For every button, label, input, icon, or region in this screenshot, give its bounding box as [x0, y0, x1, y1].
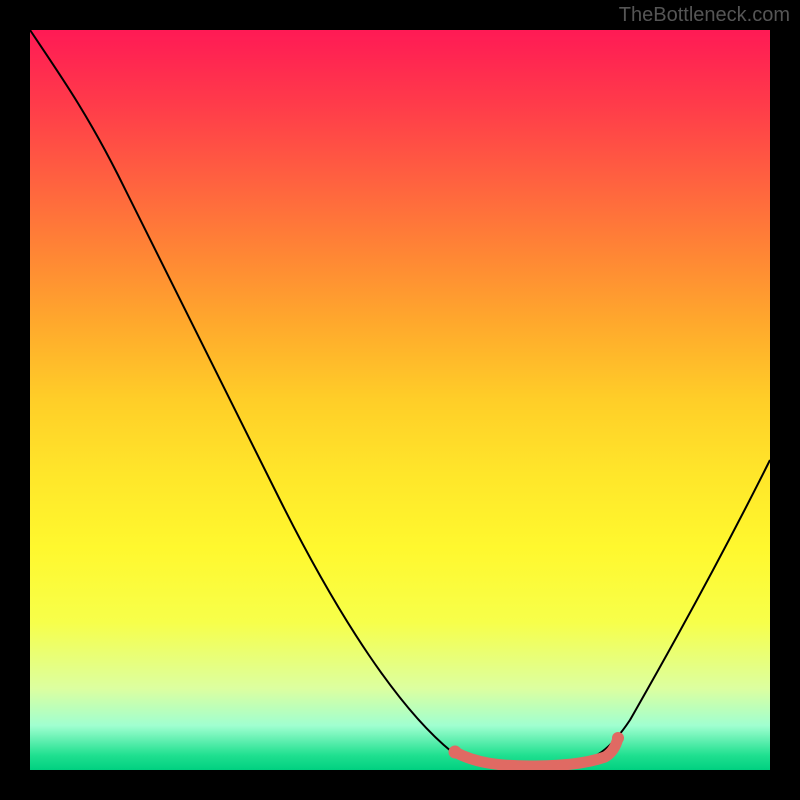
chart-svg: [30, 30, 770, 770]
bottleneck-curve-line: [30, 30, 770, 766]
watermark-text: TheBottleneck.com: [619, 4, 790, 27]
chart-container: TheBottleneck.com: [0, 0, 800, 800]
optimum-band-line: [455, 738, 618, 766]
optimum-band-end-dot: [612, 732, 624, 744]
optimum-band-start-dot: [449, 746, 462, 759]
plot-area: [30, 30, 770, 770]
